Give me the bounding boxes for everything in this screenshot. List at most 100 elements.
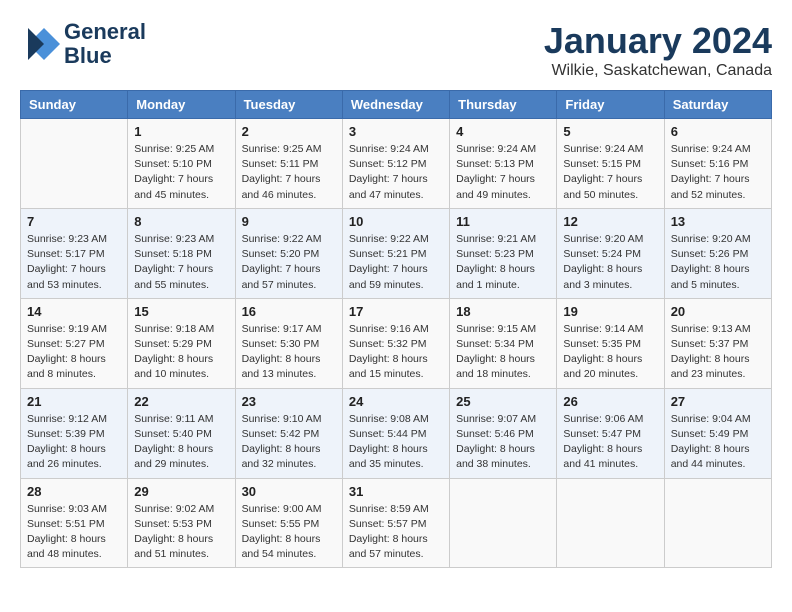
day-number: 22 xyxy=(134,394,228,409)
calendar-cell: 1 Sunrise: 9:25 AMSunset: 5:10 PMDaylight… xyxy=(128,119,235,209)
day-info: Sunrise: 9:23 AMSunset: 5:17 PMDaylight:… xyxy=(27,232,121,293)
weekday-header-friday: Friday xyxy=(557,91,664,119)
week-row-3: 21Sunrise: 9:12 AMSunset: 5:39 PMDayligh… xyxy=(21,388,772,478)
day-info: Sunrise: 9:24 AMSunset: 5:12 PMDaylight:… xyxy=(349,142,443,203)
calendar-cell: 12Sunrise: 9:20 AMSunset: 5:24 PMDayligh… xyxy=(557,208,664,298)
day-info: Sunrise: 9:19 AMSunset: 5:27 PMDaylight:… xyxy=(27,322,121,383)
day-info: Sunrise: 9:15 AMSunset: 5:34 PMDaylight:… xyxy=(456,322,550,383)
calendar-cell: 7 Sunrise: 9:23 AMSunset: 5:17 PMDaylight… xyxy=(21,208,128,298)
day-number: 10 xyxy=(349,214,443,229)
day-info: Sunrise: 9:17 AMSunset: 5:30 PMDaylight:… xyxy=(242,322,336,383)
day-number: 17 xyxy=(349,304,443,319)
day-number: 13 xyxy=(671,214,765,229)
weekday-header-tuesday: Tuesday xyxy=(235,91,342,119)
weekday-header-saturday: Saturday xyxy=(664,91,771,119)
day-info: Sunrise: 9:24 AMSunset: 5:13 PMDaylight:… xyxy=(456,142,550,203)
calendar-cell xyxy=(664,478,771,568)
month-title: January 2024 xyxy=(544,20,772,62)
logo-line2: Blue xyxy=(64,44,146,68)
calendar-cell: 31 Sunrise: 8:59 AMSunset: 5:57 PMDayligh… xyxy=(342,478,449,568)
day-info: Sunrise: 9:08 AMSunset: 5:44 PMDaylight:… xyxy=(349,412,443,473)
page-header: General Blue January 2024 Wilkie, Saskat… xyxy=(20,20,772,80)
day-info: Sunrise: 9:24 AMSunset: 5:15 PMDaylight:… xyxy=(563,142,657,203)
location-title: Wilkie, Saskatchewan, Canada xyxy=(544,62,772,80)
calendar-cell: 22 Sunrise: 9:11 AMSunset: 5:40 PMDayligh… xyxy=(128,388,235,478)
logo-icon xyxy=(20,24,60,64)
title-area: January 2024 Wilkie, Saskatchewan, Canad… xyxy=(544,20,772,80)
day-number: 29 xyxy=(134,484,228,499)
calendar-cell: 4Sunrise: 9:24 AMSunset: 5:13 PMDaylight… xyxy=(450,119,557,209)
day-info: Sunrise: 9:24 AMSunset: 5:16 PMDaylight:… xyxy=(671,142,765,203)
day-info: Sunrise: 9:12 AMSunset: 5:39 PMDaylight:… xyxy=(27,412,121,473)
calendar-cell: 15Sunrise: 9:18 AMSunset: 5:29 PMDayligh… xyxy=(128,298,235,388)
calendar-cell: 11 Sunrise: 9:21 AMSunset: 5:23 PMDayligh… xyxy=(450,208,557,298)
week-row-1: 7 Sunrise: 9:23 AMSunset: 5:17 PMDaylight… xyxy=(21,208,772,298)
day-info: Sunrise: 9:00 AMSunset: 5:55 PMDaylight:… xyxy=(242,502,336,563)
calendar-cell: 18 Sunrise: 9:15 AMSunset: 5:34 PMDayligh… xyxy=(450,298,557,388)
day-info: Sunrise: 9:25 AMSunset: 5:11 PMDaylight:… xyxy=(242,142,336,203)
day-info: Sunrise: 9:13 AMSunset: 5:37 PMDaylight:… xyxy=(671,322,765,383)
day-info: Sunrise: 9:02 AMSunset: 5:53 PMDaylight:… xyxy=(134,502,228,563)
day-number: 16 xyxy=(242,304,336,319)
calendar-cell: 8 Sunrise: 9:23 AMSunset: 5:18 PMDaylight… xyxy=(128,208,235,298)
weekday-header-row: SundayMondayTuesdayWednesdayThursdayFrid… xyxy=(21,91,772,119)
day-number: 18 xyxy=(456,304,550,319)
day-number: 11 xyxy=(456,214,550,229)
calendar-cell: 3 Sunrise: 9:24 AMSunset: 5:12 PMDaylight… xyxy=(342,119,449,209)
weekday-header-monday: Monday xyxy=(128,91,235,119)
calendar-cell xyxy=(21,119,128,209)
day-info: Sunrise: 9:07 AMSunset: 5:46 PMDaylight:… xyxy=(456,412,550,473)
day-info: Sunrise: 9:25 AMSunset: 5:10 PMDaylight:… xyxy=(134,142,228,203)
calendar-cell: 19Sunrise: 9:14 AMSunset: 5:35 PMDayligh… xyxy=(557,298,664,388)
day-number: 27 xyxy=(671,394,765,409)
day-number: 25 xyxy=(456,394,550,409)
day-info: Sunrise: 9:03 AMSunset: 5:51 PMDaylight:… xyxy=(27,502,121,563)
day-number: 28 xyxy=(27,484,121,499)
day-number: 5 xyxy=(563,124,657,139)
calendar-table: SundayMondayTuesdayWednesdayThursdayFrid… xyxy=(20,90,772,568)
day-number: 6 xyxy=(671,124,765,139)
day-number: 8 xyxy=(134,214,228,229)
day-number: 7 xyxy=(27,214,121,229)
calendar-cell: 24 Sunrise: 9:08 AMSunset: 5:44 PMDayligh… xyxy=(342,388,449,478)
day-number: 30 xyxy=(242,484,336,499)
week-row-2: 14 Sunrise: 9:19 AMSunset: 5:27 PMDayligh… xyxy=(21,298,772,388)
calendar-cell: 29 Sunrise: 9:02 AMSunset: 5:53 PMDayligh… xyxy=(128,478,235,568)
calendar-cell: 28 Sunrise: 9:03 AMSunset: 5:51 PMDayligh… xyxy=(21,478,128,568)
day-info: Sunrise: 9:20 AMSunset: 5:26 PMDaylight:… xyxy=(671,232,765,293)
calendar-cell: 23Sunrise: 9:10 AMSunset: 5:42 PMDayligh… xyxy=(235,388,342,478)
day-number: 3 xyxy=(349,124,443,139)
day-number: 24 xyxy=(349,394,443,409)
day-info: Sunrise: 9:21 AMSunset: 5:23 PMDaylight:… xyxy=(456,232,550,293)
calendar-cell: 5 Sunrise: 9:24 AMSunset: 5:15 PMDaylight… xyxy=(557,119,664,209)
day-info: Sunrise: 9:04 AMSunset: 5:49 PMDaylight:… xyxy=(671,412,765,473)
day-number: 14 xyxy=(27,304,121,319)
logo-line1: General xyxy=(64,20,146,44)
day-info: Sunrise: 9:22 AMSunset: 5:20 PMDaylight:… xyxy=(242,232,336,293)
day-info: Sunrise: 9:10 AMSunset: 5:42 PMDaylight:… xyxy=(242,412,336,473)
calendar-cell: 14 Sunrise: 9:19 AMSunset: 5:27 PMDayligh… xyxy=(21,298,128,388)
day-number: 20 xyxy=(671,304,765,319)
day-info: Sunrise: 9:22 AMSunset: 5:21 PMDaylight:… xyxy=(349,232,443,293)
day-info: Sunrise: 9:20 AMSunset: 5:24 PMDaylight:… xyxy=(563,232,657,293)
day-number: 31 xyxy=(349,484,443,499)
calendar-cell: 9Sunrise: 9:22 AMSunset: 5:20 PMDaylight… xyxy=(235,208,342,298)
day-info: Sunrise: 9:18 AMSunset: 5:29 PMDaylight:… xyxy=(134,322,228,383)
calendar-cell: 6 Sunrise: 9:24 AMSunset: 5:16 PMDaylight… xyxy=(664,119,771,209)
logo: General Blue xyxy=(20,20,146,68)
weekday-header-sunday: Sunday xyxy=(21,91,128,119)
calendar-cell xyxy=(557,478,664,568)
week-row-4: 28 Sunrise: 9:03 AMSunset: 5:51 PMDayligh… xyxy=(21,478,772,568)
day-info: Sunrise: 9:06 AMSunset: 5:47 PMDaylight:… xyxy=(563,412,657,473)
day-info: Sunrise: 9:11 AMSunset: 5:40 PMDaylight:… xyxy=(134,412,228,473)
week-row-0: 1 Sunrise: 9:25 AMSunset: 5:10 PMDaylight… xyxy=(21,119,772,209)
day-info: Sunrise: 9:14 AMSunset: 5:35 PMDaylight:… xyxy=(563,322,657,383)
day-info: Sunrise: 9:16 AMSunset: 5:32 PMDaylight:… xyxy=(349,322,443,383)
calendar-cell: 21Sunrise: 9:12 AMSunset: 5:39 PMDayligh… xyxy=(21,388,128,478)
weekday-header-thursday: Thursday xyxy=(450,91,557,119)
calendar-cell: 2Sunrise: 9:25 AMSunset: 5:11 PMDaylight… xyxy=(235,119,342,209)
weekday-header-wednesday: Wednesday xyxy=(342,91,449,119)
day-info: Sunrise: 9:23 AMSunset: 5:18 PMDaylight:… xyxy=(134,232,228,293)
day-number: 1 xyxy=(134,124,228,139)
day-info: Sunrise: 8:59 AMSunset: 5:57 PMDaylight:… xyxy=(349,502,443,563)
